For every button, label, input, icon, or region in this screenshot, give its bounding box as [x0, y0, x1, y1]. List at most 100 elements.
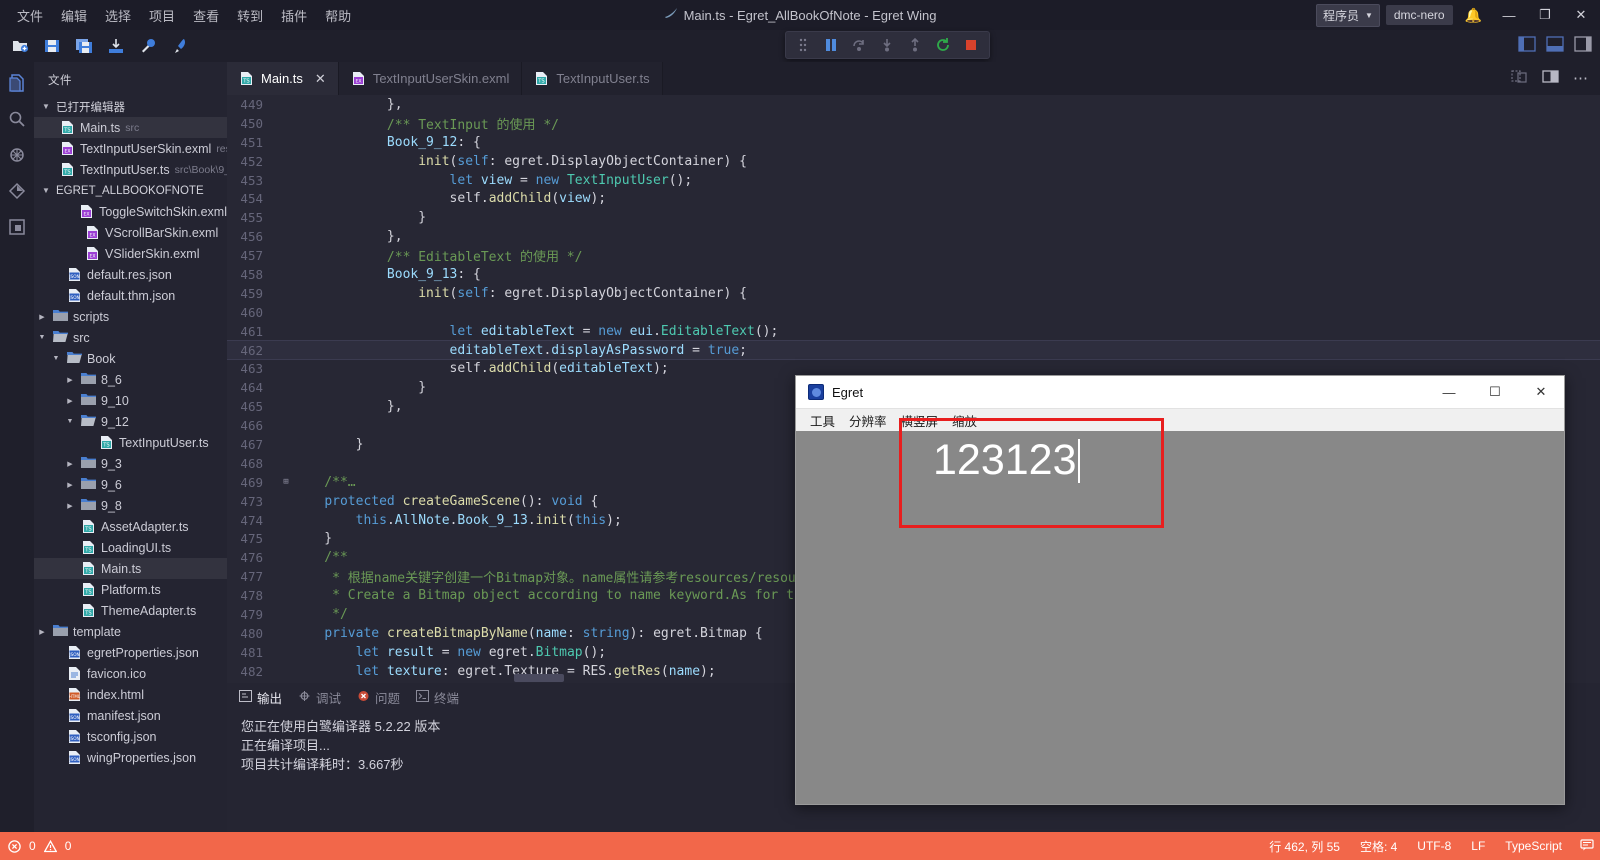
step-over-button[interactable] [846, 34, 872, 56]
egret-menu-tools[interactable]: 工具 [810, 411, 835, 430]
fold-toggle-icon[interactable]: ⊞ [279, 477, 293, 487]
code-line[interactable]: 450 /** TextInput 的使用 */ [227, 114, 1600, 133]
file-tree-item[interactable]: JSON tsconfig.json [34, 726, 227, 747]
user-chip[interactable]: dmc-nero [1385, 5, 1453, 25]
code-line[interactable]: 460 [227, 303, 1600, 322]
file-tree-item[interactable]: ▶ 9_3 [34, 453, 227, 474]
cursor-position[interactable]: 行 462, 列 55 [1267, 838, 1342, 855]
role-selector[interactable]: 程序员 ▼ [1315, 3, 1380, 27]
panel-tab-terminal[interactable]: 终端 [416, 688, 459, 707]
egret-maximize-button[interactable]: ☐ [1472, 376, 1518, 409]
egret-menu-resolution[interactable]: 分辨率 [849, 411, 887, 430]
editor-tab[interactable]: TS Main.ts ✕ [227, 62, 339, 95]
file-tree-item[interactable]: JSON default.thm.json [34, 285, 227, 306]
file-tree-item[interactable]: TS Main.ts [34, 558, 227, 579]
feedback-icon[interactable] [1580, 838, 1594, 855]
file-tree-item[interactable]: TS Platform.ts [34, 579, 227, 600]
activity-debug-icon[interactable] [0, 138, 34, 172]
drag-handle-icon[interactable] [790, 34, 816, 56]
end-of-line[interactable]: LF [1469, 839, 1487, 853]
egret-game-canvas[interactable]: 123123 [796, 431, 1564, 804]
file-tree-item[interactable]: JSON wingProperties.json [34, 747, 227, 768]
build-icon[interactable] [134, 33, 162, 59]
egret-preview-window[interactable]: Egret — ☐ ✕ 工具 分辨率 横竖屏 缩放 123123 [795, 375, 1565, 805]
file-tree-item[interactable]: ▶ scripts [34, 306, 227, 327]
new-file-icon[interactable] [6, 33, 34, 59]
window-minimize-button[interactable]: — [1494, 0, 1524, 30]
file-tree-item[interactable]: TS TextInputUser.ts [34, 432, 227, 453]
code-line[interactable]: 453 let view = new TextInputUser(); [227, 171, 1600, 190]
panel-tab-debug[interactable]: 调试 [298, 688, 341, 707]
file-tree-item[interactable]: EX ToggleSwitchSkin.exml [34, 201, 227, 222]
egret-close-button[interactable]: ✕ [1518, 376, 1564, 409]
chevron-right-icon[interactable]: ▶ [64, 460, 76, 468]
stop-button[interactable] [958, 34, 984, 56]
install-icon[interactable] [102, 33, 130, 59]
file-tree-item[interactable]: ▶ 9_10 [34, 390, 227, 411]
chevron-right-icon[interactable]: ▶ [64, 481, 76, 489]
activity-explorer-icon[interactable] [0, 66, 34, 100]
open-editor-item[interactable]: TS TextInputUser.ts src\Book\9_12 [34, 159, 227, 180]
menu-item-project[interactable]: 项目 [140, 2, 184, 29]
step-into-button[interactable] [874, 34, 900, 56]
encoding[interactable]: UTF-8 [1415, 839, 1453, 853]
indentation[interactable]: 空格: 4 [1358, 838, 1399, 855]
menu-item-help[interactable]: 帮助 [316, 2, 360, 29]
file-tree-item[interactable]: ▶ 8_6 [34, 369, 227, 390]
file-tree-item[interactable]: ▼ 9_12 [34, 411, 227, 432]
code-line[interactable]: 449 }, [227, 95, 1600, 114]
open-changes-icon[interactable] [1511, 69, 1528, 89]
step-out-button[interactable] [902, 34, 928, 56]
code-line[interactable]: 458 Book_9_13: { [227, 265, 1600, 284]
chevron-right-icon[interactable]: ▶ [36, 313, 48, 321]
save-all-icon[interactable] [70, 33, 98, 59]
menu-item-plugins[interactable]: 插件 [272, 2, 316, 29]
activity-source-control-icon[interactable] [0, 174, 34, 208]
warning-icon[interactable] [43, 839, 57, 853]
window-maximize-button[interactable]: ❐ [1530, 0, 1560, 30]
notifications-bell-icon[interactable]: 🔔 [1459, 7, 1488, 24]
file-tree-item[interactable]: ▼ src [34, 327, 227, 348]
code-line[interactable]: 462 editableText.displayAsPassword = tru… [227, 339, 1600, 361]
chevron-right-icon[interactable]: ▶ [64, 376, 76, 384]
egret-menu-scale[interactable]: 缩放 [952, 411, 977, 430]
chevron-down-icon[interactable]: ▼ [50, 355, 62, 362]
code-line[interactable]: 451 Book_9_12: { [227, 133, 1600, 152]
activity-extensions-icon[interactable] [0, 210, 34, 244]
egret-minimize-button[interactable]: — [1426, 376, 1472, 409]
file-tree-item[interactable]: ▶ template [34, 621, 227, 642]
split-editor-icon[interactable] [1542, 69, 1559, 89]
debug-toolbar[interactable] [785, 31, 990, 59]
editable-text-field[interactable]: 123123 [933, 436, 1080, 485]
file-tree-item[interactable]: ▶ 9_8 [34, 495, 227, 516]
code-line[interactable]: 456 }, [227, 227, 1600, 246]
file-tree-item[interactable]: ▶ 9_6 [34, 474, 227, 495]
menu-item-file[interactable]: 文件 [8, 2, 52, 29]
editor-tab[interactable]: EX TextInputUserSkin.exml [338, 62, 523, 95]
file-tree-item[interactable]: TS LoadingUI.ts [34, 537, 227, 558]
code-line[interactable]: 459 init(self: egret.DisplayObjectContai… [227, 284, 1600, 303]
run-icon[interactable] [166, 33, 194, 59]
menu-item-select[interactable]: 选择 [96, 2, 140, 29]
save-icon[interactable] [38, 33, 66, 59]
chevron-down-icon[interactable]: ▼ [36, 334, 48, 341]
more-actions-icon[interactable]: ⋯ [1573, 71, 1588, 86]
open-editors-section-header[interactable]: ▼ 已打开编辑器 [34, 96, 227, 117]
open-editor-item[interactable]: EX TextInputUserSkin.exml resou... [34, 138, 227, 159]
editor-horizontal-scrollbar[interactable] [514, 674, 564, 682]
file-tree-item[interactable]: HTML index.html [34, 684, 227, 705]
code-line[interactable]: 457 /** EditableText 的使用 */ [227, 246, 1600, 265]
file-tree-item[interactable]: TS ThemeAdapter.ts [34, 600, 227, 621]
menu-item-view[interactable]: 查看 [184, 2, 228, 29]
error-icon[interactable] [8, 839, 21, 853]
activity-search-icon[interactable] [0, 102, 34, 136]
file-tree-item[interactable]: EX VScrollBarSkin.exml [34, 222, 227, 243]
language-mode[interactable]: TypeScript [1503, 839, 1564, 853]
open-editor-item[interactable]: TS Main.ts src [34, 117, 227, 138]
file-tree-item[interactable]: favicon.ico [34, 663, 227, 684]
close-icon[interactable]: ✕ [315, 71, 326, 87]
menu-item-goto[interactable]: 转到 [228, 2, 272, 29]
panel-tab-output[interactable]: 输出 [239, 688, 282, 707]
file-tree-item[interactable]: JSON manifest.json [34, 705, 227, 726]
editor-tab[interactable]: TS TextInputUser.ts [522, 62, 663, 95]
